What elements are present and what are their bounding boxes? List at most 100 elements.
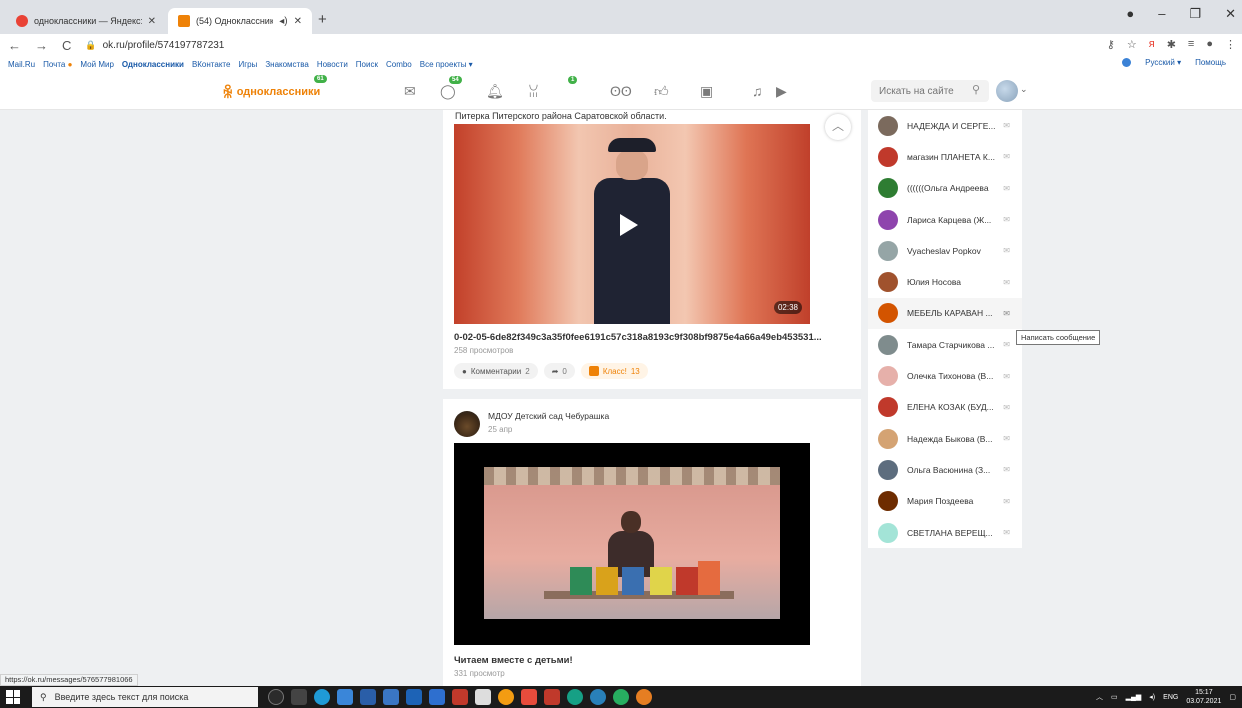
chevron-up-icon[interactable]: ︿: [1096, 692, 1103, 702]
video-player[interactable]: [454, 443, 810, 645]
close-window-button[interactable]: ✕: [1225, 6, 1236, 22]
author-avatar[interactable]: [454, 411, 480, 437]
portal-link-mailru[interactable]: Mail.Ru: [8, 60, 35, 69]
friend-item[interactable]: Тамара Старчикова ... ✉: [868, 329, 1022, 360]
portal-link-games[interactable]: Игры: [238, 60, 257, 69]
task-view-icon[interactable]: [291, 689, 307, 705]
friend-item[interactable]: Надежда Быкова (В... ✉: [868, 423, 1022, 454]
envelope-icon[interactable]: ✉: [1003, 246, 1010, 255]
friend-avatar[interactable]: [878, 334, 898, 355]
friend-avatar[interactable]: [878, 366, 898, 387]
friend-avatar[interactable]: [878, 272, 898, 293]
envelope-icon[interactable]: ✉: [1003, 465, 1010, 474]
portal-link-news[interactable]: Новости: [317, 60, 348, 69]
friend-item[interactable]: Юлия Носова ✉: [868, 266, 1022, 297]
friend-avatar[interactable]: [878, 115, 898, 136]
scroll-up-button[interactable]: ︿: [825, 114, 851, 140]
puzzle-icon[interactable]: ✱: [1167, 38, 1176, 51]
clock[interactable]: 15:17 03.07.2021: [1186, 688, 1221, 706]
menu-icon[interactable]: ⋮: [1225, 38, 1236, 51]
envelope-icon[interactable]: ✉: [1003, 152, 1010, 161]
star-icon[interactable]: ☆: [1127, 38, 1137, 51]
envelope-icon[interactable]: ✉: [404, 83, 416, 100]
app-icon[interactable]: [521, 689, 537, 705]
portal-link-combo[interactable]: Combo: [386, 60, 412, 69]
friend-item[interactable]: магазин ПЛАНЕТА К... ✉: [868, 141, 1022, 172]
back-button[interactable]: ←: [8, 38, 21, 53]
tab-odnoklassniki[interactable]: (54) Одноклассники ◂) ✕: [168, 8, 312, 34]
portal-link-all-projects[interactable]: Все проекты ▾: [420, 60, 473, 69]
tab-yandex[interactable]: одноклассники — Яндекс: нашл ✕: [6, 8, 166, 34]
friend-avatar[interactable]: [878, 428, 898, 449]
friend-item[interactable]: НАДЕЖДА И СЕРГЕ... ✉: [868, 110, 1022, 141]
app-icon[interactable]: [613, 689, 629, 705]
app-icon[interactable]: [498, 689, 514, 705]
friend-avatar[interactable]: [878, 522, 898, 543]
forward-button[interactable]: →: [35, 38, 48, 53]
envelope-icon[interactable]: ✉: [1003, 340, 1010, 349]
friends-icon[interactable]: ꈍ: [528, 83, 539, 101]
bell-icon[interactable]: 🔔︎: [486, 83, 504, 100]
envelope-icon[interactable]: ✉: [1003, 497, 1010, 506]
app-icon[interactable]: [429, 689, 445, 705]
search-icon[interactable]: ⚲: [972, 83, 980, 96]
envelope-icon[interactable]: ✉: [1003, 121, 1010, 130]
friend-avatar[interactable]: [878, 397, 898, 418]
friend-avatar[interactable]: [878, 240, 898, 261]
app-icon[interactable]: [567, 689, 583, 705]
envelope-icon[interactable]: ✉: [1003, 278, 1010, 287]
language-selector[interactable]: Русский ▾: [1145, 58, 1181, 67]
language-indicator[interactable]: ENG: [1163, 694, 1178, 701]
chrome-icon[interactable]: [636, 689, 652, 705]
portal-link-dating[interactable]: Знакомства: [265, 60, 309, 69]
video-title[interactable]: Читаем вместе с детьми!: [443, 645, 861, 666]
account-icon[interactable]: ●: [1206, 38, 1213, 51]
explorer-icon[interactable]: [360, 689, 376, 705]
friend-item[interactable]: Vyacheslav Popkov ✉: [868, 235, 1022, 266]
envelope-icon[interactable]: ✉: [1003, 528, 1010, 537]
app-icon[interactable]: [544, 689, 560, 705]
tv-icon[interactable]: ▶: [776, 83, 787, 100]
app-icon[interactable]: [383, 689, 399, 705]
share-button[interactable]: ➦ 0: [543, 363, 575, 379]
klass-button[interactable]: Класс! 13: [580, 363, 648, 379]
friend-item[interactable]: ЕЛЕНА КОЗАК (БУД... ✉: [868, 392, 1022, 423]
friend-item[interactable]: МЕБЕЛЬ КАРАВАН ... ✉: [868, 297, 1022, 330]
play-icon[interactable]: [620, 214, 638, 236]
maximize-button[interactable]: ❐: [1189, 6, 1201, 22]
friend-avatar[interactable]: [878, 459, 898, 480]
envelope-icon[interactable]: ✉: [1003, 309, 1010, 318]
portal-link-vk[interactable]: ВКонтакте: [192, 60, 231, 69]
friend-item[interactable]: Мария Поздеева ✉: [868, 486, 1022, 517]
messages-icon[interactable]: ◯: [440, 83, 456, 100]
friend-item[interactable]: Лариса Карцева (Ж... ✉: [868, 204, 1022, 235]
portal-link-moymir[interactable]: Мой Мир: [80, 60, 113, 69]
friend-avatar[interactable]: [878, 146, 898, 167]
like-icon[interactable]: 👍︎: [654, 83, 669, 100]
comments-button[interactable]: ● Комментарии 2: [454, 363, 538, 379]
envelope-icon[interactable]: ✉: [1003, 434, 1010, 443]
friend-avatar[interactable]: [878, 178, 898, 199]
new-tab-button[interactable]: +: [318, 11, 327, 28]
key-icon[interactable]: ⚷: [1107, 38, 1115, 51]
guests-icon[interactable]: ʘʘ: [610, 83, 632, 99]
close-tab-icon[interactable]: ✕: [294, 16, 302, 27]
friend-item[interactable]: Олечка Тихонова (В... ✉: [868, 360, 1022, 391]
audio-icon[interactable]: ◂): [279, 16, 287, 27]
friend-avatar[interactable]: [878, 209, 898, 230]
envelope-icon[interactable]: ✉: [1003, 372, 1010, 381]
envelope-icon[interactable]: ✉: [1003, 403, 1010, 412]
envelope-icon[interactable]: ✉: [1003, 184, 1010, 193]
chevron-down-icon[interactable]: ⌄: [1020, 84, 1028, 95]
portal-link-search[interactable]: Поиск: [356, 60, 378, 69]
reload-button[interactable]: C: [62, 38, 71, 53]
friend-avatar[interactable]: [878, 491, 898, 512]
extension-icon[interactable]: я: [1149, 38, 1155, 51]
minimize-button[interactable]: –: [1158, 6, 1165, 22]
portal-link-ok[interactable]: Одноклассники: [122, 60, 184, 69]
volume-icon[interactable]: ◂): [1149, 693, 1155, 701]
friend-item[interactable]: Ольга Васюнина (З... ✉: [868, 454, 1022, 485]
notifications-icon[interactable]: ▢: [1229, 693, 1236, 701]
envelope-icon[interactable]: ✉: [1003, 215, 1010, 224]
user-avatar[interactable]: [996, 80, 1018, 102]
